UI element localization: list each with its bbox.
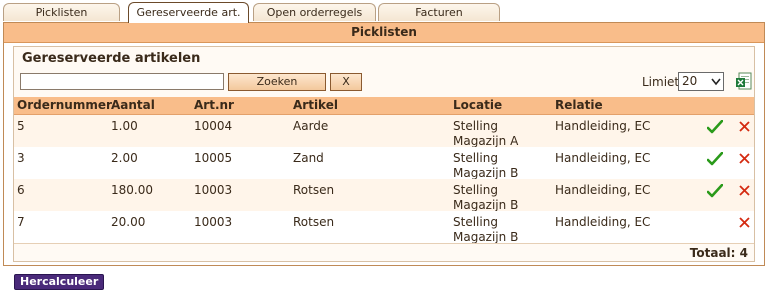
locatie-line-1: Stelling: [453, 119, 498, 133]
locatie-line-2: Magazijn B: [453, 230, 519, 244]
tab-facturen[interactable]: Facturen: [378, 3, 500, 21]
table-row: 7 20.00 10003 Rotsen Stelling Magazijn B …: [14, 211, 754, 245]
cell-locatie: Stelling Magazijn B: [453, 183, 518, 213]
cell-artnr: 10003: [194, 183, 233, 197]
cell-ordernummer: 3: [17, 151, 25, 165]
recalculate-button[interactable]: Hercalculeer: [14, 274, 105, 290]
delete-icon[interactable]: [739, 121, 750, 132]
tab-bar: Picklisten Gereserveerde art. Open order…: [0, 0, 768, 23]
cell-relatie: Handleiding, EC: [555, 119, 651, 133]
cell-aantal: 180.00: [111, 183, 153, 197]
check-icon[interactable]: [707, 184, 723, 198]
cell-artikel: Zand: [293, 151, 324, 165]
locatie-line-2: Magazijn B: [453, 166, 519, 180]
locatie-line-2: Magazijn B: [453, 198, 519, 212]
panel-header: Picklisten: [4, 23, 764, 43]
limit-value: 20: [682, 74, 698, 88]
cell-relatie: Handleiding, EC: [555, 183, 651, 197]
check-icon[interactable]: [707, 120, 723, 134]
col-artikel[interactable]: Artikel: [293, 98, 338, 112]
cell-relatie: Handleiding, EC: [555, 151, 651, 165]
tab-open-orderregels[interactable]: Open orderregels: [253, 3, 376, 21]
cell-artnr: 10005: [194, 151, 233, 165]
cell-ordernummer: 5: [17, 119, 25, 133]
cell-aantal: 1.00: [111, 119, 138, 133]
col-artnr[interactable]: Art.nr: [194, 98, 234, 112]
cell-locatie: Stelling Magazijn A: [453, 119, 518, 149]
col-aantal[interactable]: Aantal: [111, 98, 155, 112]
picklisten-panel: Picklisten Gereserveerde artikelen Zoeke…: [3, 22, 765, 266]
col-ordernummer[interactable]: Ordernummer: [17, 98, 112, 112]
col-relatie[interactable]: Relatie: [555, 98, 603, 112]
cell-locatie: Stelling Magazijn B: [453, 215, 518, 245]
chevron-down-icon: [711, 78, 721, 86]
table-row: 3 2.00 10005 Zand Stelling Magazijn B Han…: [14, 147, 754, 181]
delete-icon[interactable]: [739, 185, 750, 196]
cell-ordernummer: 7: [17, 215, 25, 229]
search-button[interactable]: Zoeken: [228, 73, 326, 91]
excel-icon[interactable]: [736, 72, 752, 90]
reserved-items-box: Gereserveerde artikelen Zoeken X Limiet …: [13, 46, 755, 262]
cell-locatie: Stelling Magazijn B: [453, 151, 518, 181]
cell-artikel: Rotsen: [293, 183, 335, 197]
cell-aantal: 2.00: [111, 151, 138, 165]
table-row: 5 1.00 10004 Aarde Stelling Magazijn A Ha…: [14, 115, 754, 149]
page-title: Gereserveerde artikelen: [22, 51, 201, 66]
table-header: Ordernummer Aantal Art.nr Artikel Locati…: [14, 97, 754, 115]
col-locatie[interactable]: Locatie: [453, 98, 502, 112]
total-count: Totaal: 4: [689, 246, 748, 260]
table-footer-divider: [14, 243, 754, 244]
check-icon[interactable]: [707, 152, 723, 166]
cell-aantal: 20.00: [111, 215, 146, 229]
locatie-line-1: Stelling: [453, 183, 498, 197]
limit-label: Limiet: [642, 75, 680, 89]
cell-relatie: Handleiding, EC: [555, 215, 651, 229]
tab-gereserveerde-art[interactable]: Gereserveerde art.: [128, 2, 249, 23]
cell-artnr: 10004: [194, 119, 233, 133]
clear-button[interactable]: X: [330, 73, 362, 91]
cell-artnr: 10003: [194, 215, 233, 229]
tab-picklisten[interactable]: Picklisten: [3, 3, 120, 21]
delete-icon[interactable]: [739, 153, 750, 164]
locatie-line-2: Magazijn A: [453, 134, 519, 148]
table-row: 6 180.00 10003 Rotsen Stelling Magazijn B…: [14, 179, 754, 213]
cell-ordernummer: 6: [17, 183, 25, 197]
cell-artikel: Rotsen: [293, 215, 335, 229]
limit-select[interactable]: 20: [678, 72, 724, 91]
locatie-line-1: Stelling: [453, 151, 498, 165]
search-input[interactable]: [20, 73, 224, 90]
cell-artikel: Aarde: [293, 119, 329, 133]
locatie-line-1: Stelling: [453, 215, 498, 229]
delete-icon[interactable]: [739, 217, 750, 228]
